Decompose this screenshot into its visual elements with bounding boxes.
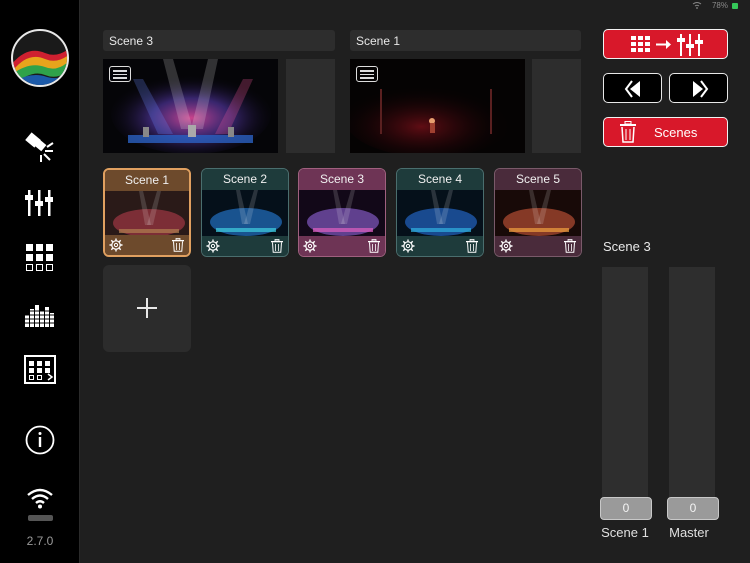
scene-fader-knob[interactable]: 0 — [600, 497, 652, 520]
gear-icon[interactable] — [206, 239, 220, 253]
equalizer-icon[interactable] — [22, 296, 58, 332]
scene-tile-footer — [495, 236, 581, 256]
trash-icon[interactable] — [563, 239, 577, 253]
next-scene-label: Scene 1 — [350, 30, 581, 51]
scenes-button-label: Scenes — [654, 125, 698, 140]
gear-icon[interactable] — [303, 239, 317, 253]
scene-tile[interactable]: Scene 2 — [201, 168, 289, 257]
scene-thumbnail — [397, 190, 483, 237]
spotlight-icon[interactable] — [22, 128, 58, 164]
trash-icon[interactable] — [270, 239, 284, 253]
fader-section-title: Scene 3 — [603, 239, 651, 254]
scene-tile-title: Scene 4 — [397, 169, 483, 190]
live-scene-label: Scene 3 — [103, 30, 335, 51]
trash-icon[interactable] — [367, 239, 381, 253]
scene-fader-label: Scene 1 — [601, 525, 649, 540]
scene-tile-footer — [105, 235, 189, 255]
wifi-icon[interactable] — [22, 480, 58, 516]
gear-icon[interactable] — [401, 239, 415, 253]
trash-icon[interactable] — [171, 238, 185, 252]
scene-fader-track[interactable] — [602, 267, 648, 519]
add-scene-button[interactable] — [103, 265, 191, 352]
scene-tile-title: Scene 3 — [299, 169, 385, 190]
scenes-button[interactable]: Scenes — [603, 117, 728, 147]
app-version: 2.7.0 — [26, 534, 54, 548]
gear-icon[interactable] — [499, 239, 513, 253]
scene-tile-footer — [202, 236, 288, 256]
faders-icon[interactable] — [22, 185, 58, 221]
calendar-grid-icon[interactable] — [22, 351, 58, 387]
scene-to-faders-button[interactable] — [603, 29, 728, 59]
grid-icon[interactable] — [22, 240, 58, 276]
scene-tile[interactable]: Scene 5 — [494, 168, 582, 257]
next-scene-preview[interactable] — [350, 59, 525, 153]
app-root: 78% 2.7.0 Scene 3 Scene 1 Scene 1 Scene … — [0, 0, 750, 563]
scene-tile-footer — [397, 236, 483, 256]
previous-scene-button[interactable] — [603, 73, 662, 103]
connection-indicator — [28, 515, 53, 521]
notes-icon[interactable] — [356, 66, 378, 82]
scene-thumbnail — [299, 190, 385, 237]
scene-thumbnail — [202, 190, 288, 237]
live-scene-preview[interactable] — [103, 59, 278, 153]
scene-thumbnail — [495, 190, 581, 237]
live-scene-side-panel — [286, 59, 335, 153]
trash-icon — [620, 121, 636, 143]
scene-tile-title: Scene 5 — [495, 169, 581, 190]
scene-tile[interactable]: Scene 4 — [396, 168, 484, 257]
gear-icon[interactable] — [109, 238, 123, 252]
scene-tile-title: Scene 1 — [105, 170, 189, 191]
next-scene-button[interactable] — [669, 73, 728, 103]
master-fader-knob[interactable]: 0 — [667, 497, 719, 520]
app-logo — [11, 29, 69, 87]
notes-icon[interactable] — [109, 66, 131, 82]
next-scene-side-panel — [532, 59, 581, 153]
status-bar: 78% — [0, 0, 750, 12]
battery-icon — [732, 3, 738, 9]
trash-icon[interactable] — [465, 239, 479, 253]
battery-percent: 78% — [711, 1, 728, 10]
status-wifi-icon — [692, 1, 702, 11]
info-icon[interactable] — [22, 422, 58, 458]
master-fader-track[interactable] — [669, 267, 715, 519]
scene-tile-footer — [299, 236, 385, 256]
scene-tile-title: Scene 2 — [202, 169, 288, 190]
sidebar: 2.7.0 — [0, 0, 80, 563]
scene-thumbnail — [105, 191, 189, 238]
scene-tile[interactable]: Scene 3 — [298, 168, 386, 257]
master-fader-label: Master — [669, 525, 709, 540]
scene-tile[interactable]: Scene 1 — [103, 168, 191, 257]
